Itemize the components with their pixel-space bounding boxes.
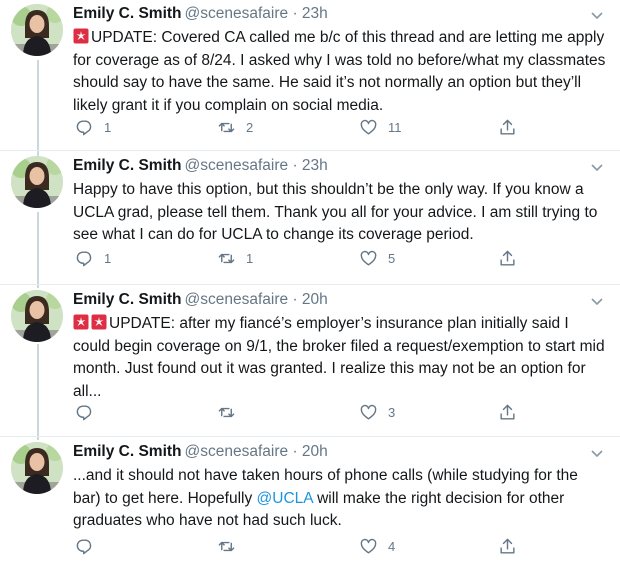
rotating-light-emoji <box>73 28 89 44</box>
chevron-down-icon[interactable] <box>590 8 604 22</box>
rotating-light-emoji <box>91 314 107 330</box>
reply-icon <box>76 405 92 421</box>
retweet-button[interactable]: 2 <box>217 118 253 137</box>
reply-icon <box>76 539 92 555</box>
author-handle-time[interactable]: @scenesafaire · 20h <box>185 291 328 308</box>
author-handle-time[interactable]: @scenesafaire · 23h <box>185 157 328 174</box>
reply-button[interactable] <box>75 403 104 422</box>
chevron-down-icon[interactable] <box>590 446 604 460</box>
share-icon <box>500 250 515 266</box>
mention-link[interactable]: @UCLA <box>257 490 313 507</box>
author-name[interactable]: Emily C. Smith <box>73 443 182 460</box>
retweet-count: 2 <box>246 120 254 135</box>
avatar-photo <box>11 4 63 56</box>
like-icon <box>360 538 377 554</box>
tweet[interactable]: Emily C. Smith @scenesafaire · 20h UPDATE… <box>0 286 620 436</box>
author-name[interactable]: Emily C. Smith <box>73 291 182 308</box>
tweet-actions: 1 2 11 <box>73 118 533 140</box>
retweet-icon <box>218 407 235 418</box>
tweet-header: Emily C. Smith @scenesafaire · 23h <box>73 156 328 176</box>
avatar-photo <box>11 442 63 494</box>
share-button[interactable] <box>498 537 517 556</box>
like-count: 5 <box>388 251 396 266</box>
like-count: 4 <box>388 539 396 554</box>
tweet[interactable]: Emily C. Smith @scenesafaire · 23h UPDATE… <box>0 0 620 150</box>
author-handle-time[interactable]: @scenesafaire · 23h <box>185 5 328 22</box>
chevron-down-icon[interactable] <box>590 160 604 174</box>
tweet-actions: 1 1 5 <box>73 249 533 271</box>
like-button[interactable]: 4 <box>359 537 395 556</box>
reply-button[interactable]: 1 <box>75 249 111 268</box>
avatar[interactable] <box>11 156 63 208</box>
author-name[interactable]: Emily C. Smith <box>73 5 182 22</box>
tweet-text: UPDATE: after my fiancé’s employer’s ins… <box>73 313 608 403</box>
like-count: 3 <box>388 405 396 420</box>
tweet-text: UPDATE: Covered CA called me b/c of this… <box>73 27 608 117</box>
separator <box>0 436 620 437</box>
rotating-light-emoji <box>73 314 89 330</box>
retweet-icon <box>218 541 235 552</box>
tweet-actions: 3 <box>73 403 533 425</box>
retweet-button[interactable]: 1 <box>217 249 253 268</box>
tweet-text: Happy to have this option, but this shou… <box>73 179 608 247</box>
reply-button[interactable] <box>75 537 104 556</box>
reply-button[interactable]: 1 <box>75 118 111 137</box>
tweet[interactable]: Emily C. Smith @scenesafaire · 20h ...and… <box>0 438 620 563</box>
tweet-header: Emily C. Smith @scenesafaire · 20h <box>73 442 328 462</box>
reply-count: 1 <box>104 251 112 266</box>
avatar[interactable] <box>11 4 63 56</box>
like-button[interactable]: 5 <box>359 249 395 268</box>
retweet-button[interactable] <box>217 537 246 556</box>
like-icon <box>360 119 377 135</box>
tweet-text-content: Happy to have this option, but this shou… <box>73 181 598 243</box>
share-icon <box>500 404 515 420</box>
like-count: 11 <box>388 120 402 135</box>
like-button[interactable]: 11 <box>359 118 402 137</box>
reply-icon <box>76 251 92 267</box>
reply-icon <box>76 120 92 136</box>
avatar[interactable] <box>11 442 63 494</box>
like-button[interactable]: 3 <box>359 403 395 422</box>
chevron-down-icon[interactable] <box>590 294 604 308</box>
avatar[interactable] <box>11 290 63 342</box>
tweet-text: ...and it should not have taken hours of… <box>73 465 608 533</box>
share-button[interactable] <box>498 118 517 137</box>
retweet-icon <box>218 253 235 264</box>
reply-count: 1 <box>104 120 112 135</box>
retweet-count: 1 <box>246 251 254 266</box>
retweet-button[interactable] <box>217 403 246 422</box>
share-icon <box>500 538 515 554</box>
share-button[interactable] <box>498 403 517 422</box>
share-icon <box>500 119 515 135</box>
tweet-text-content: UPDATE: Covered CA called me b/c of this… <box>73 29 606 114</box>
retweet-icon <box>218 122 235 133</box>
avatar-photo <box>11 156 63 208</box>
avatar-photo <box>11 290 63 342</box>
tweet-header: Emily C. Smith @scenesafaire · 20h <box>73 290 328 310</box>
tweet-header: Emily C. Smith @scenesafaire · 23h <box>73 4 328 24</box>
separator <box>0 150 620 151</box>
like-icon <box>360 250 377 266</box>
share-button[interactable] <box>498 249 517 268</box>
separator <box>0 284 620 285</box>
tweet[interactable]: Emily C. Smith @scenesafaire · 23h Happy … <box>0 152 620 284</box>
author-name[interactable]: Emily C. Smith <box>73 157 182 174</box>
like-icon <box>360 404 377 420</box>
tweet-actions: 4 <box>73 537 533 559</box>
tweet-text-content: UPDATE: after my fiancé’s employer’s ins… <box>73 315 605 400</box>
author-handle-time[interactable]: @scenesafaire · 20h <box>185 443 328 460</box>
